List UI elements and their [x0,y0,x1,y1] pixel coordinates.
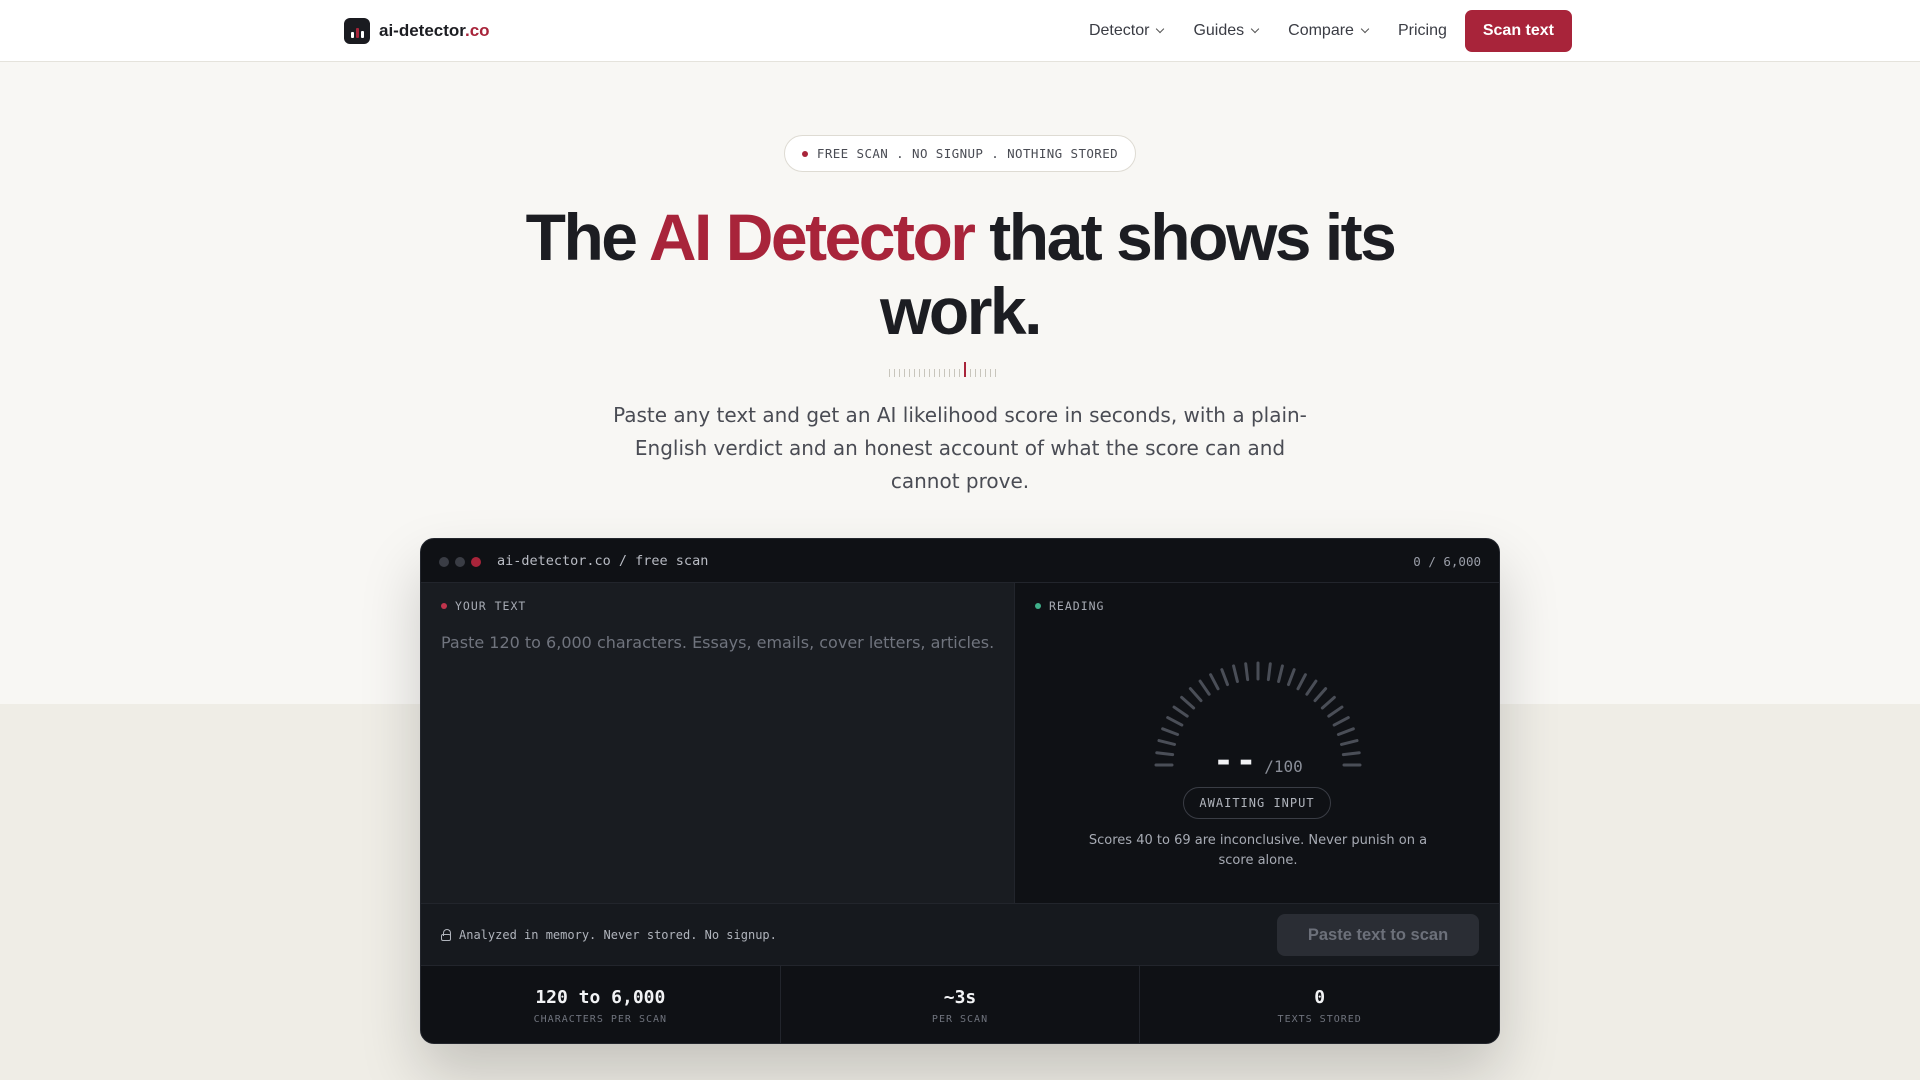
reading-label: READING [1035,599,1104,613]
gauge-tick [1172,705,1189,718]
stat-label: PER SCAN [931,1013,989,1025]
scanner-panel: ai-detector.co / free scan 0 / 6,000 YOU… [420,538,1500,1044]
nav-guides-label: Guides [1193,22,1245,39]
brand-logo-link[interactable]: ai-detector.co [344,18,490,44]
status-dot [441,603,447,609]
gauge-tick [1188,687,1203,703]
gauge-tick [1336,727,1355,737]
gauge-tick [1209,673,1220,691]
gauge-tick [1161,727,1180,737]
scanner-path: ai-detector.co / free scan [497,553,709,569]
scan-text-button[interactable]: Scan text [1464,10,1572,52]
gauge-tick [1327,705,1344,718]
nav-detector-label: Detector [1088,22,1150,39]
stat-value: 120 to 6,000 [535,986,666,1008]
gauge-tick [1286,668,1296,687]
gauge-tick [1277,664,1284,683]
title-accent: AI Detector [648,200,976,274]
scanner-footer: Analyzed in memory. Never stored. No sig… [421,903,1499,966]
paste-to-scan-button[interactable]: Paste text to scan [1277,914,1479,956]
stat-speed: ~3s PER SCAN [781,966,1141,1043]
score-denominator: /100 [1264,757,1303,776]
stats-row: 120 to 6,000 CHARACTERS PER SCAN ~3s PER… [421,966,1499,1043]
brand-name: ai-detector.co [379,21,490,40]
decorative-tick-ruler [889,361,1029,377]
nav-pricing-label: Pricing [1397,22,1447,39]
badge-text: FREE SCAN . NO SIGNUP . NOTHING STORED [816,146,1119,161]
page-title: The AI Detector that shows its work. [525,200,1397,348]
gauge-tick [1296,673,1307,691]
gauge-tick [1244,662,1250,682]
stat-label: TEXTS STORED [1277,1013,1362,1025]
window-dots [439,557,481,567]
hero-subtitle: Paste any text and get an AI likelihood … [613,403,1307,493]
top-nav: ai-detector.co Detector Guides Compare P… [0,0,1920,62]
lock-icon [441,929,451,941]
character-counter: 0 / 6,000 [1413,554,1481,569]
nav-compare-menu[interactable]: Compare [1273,22,1383,40]
status-dot [1035,603,1041,609]
stat-value: 0 [1314,986,1326,1008]
scanner-header: ai-detector.co / free scan 0 / 6,000 [421,539,1499,583]
text-input-pane: YOUR TEXT [421,583,1015,903]
bar-chart-icon [344,18,370,44]
reading-pane: READING -- /100 AWAITING INPUT Scores 40… [1015,583,1499,903]
nav-links: Detector Guides Compare Pricing Scan tex… [1074,10,1572,52]
gauge-tick [1332,716,1350,727]
privacy-note: Analyzed in memory. Never stored. No sig… [441,928,777,942]
score-value: -- [1213,741,1259,781]
chevron-down-icon [1156,24,1165,34]
nav-pricing-link[interactable]: Pricing [1383,22,1462,40]
gauge-tick [1266,662,1272,682]
gauge-tick [1320,695,1336,710]
chevron-down-icon [1250,24,1260,34]
gauge-tick [1220,668,1230,687]
stat-label: CHARACTERS PER SCAN [533,1013,668,1025]
badge-dot [801,150,808,157]
your-text-label: YOUR TEXT [441,599,526,613]
hero-badge: FREE SCAN . NO SIGNUP . NOTHING STORED [784,135,1136,172]
nav-detector-menu[interactable]: Detector [1074,22,1178,40]
text-input[interactable] [441,631,1001,891]
nav-guides-menu[interactable]: Guides [1178,22,1273,40]
nav-compare-label: Compare [1288,22,1354,39]
score-readout: -- /100 [1015,741,1499,781]
stat-characters: 120 to 6,000 CHARACTERS PER SCAN [421,966,781,1043]
gauge-tick [1232,664,1239,683]
score-disclaimer: Scores 40 to 69 are inconclusive. Never … [1088,833,1428,868]
gauge-tick [1166,716,1184,727]
gauge-tick [1198,679,1211,696]
stat-stored: 0 TEXTS STORED [1140,966,1499,1043]
status-badge: AWAITING INPUT [1183,787,1331,819]
gauge-tick [1305,679,1318,696]
gauge-tick [1313,687,1328,703]
gauge-tick [1180,695,1196,710]
stat-value: ~3s [943,986,977,1008]
chevron-down-icon [1360,24,1370,34]
